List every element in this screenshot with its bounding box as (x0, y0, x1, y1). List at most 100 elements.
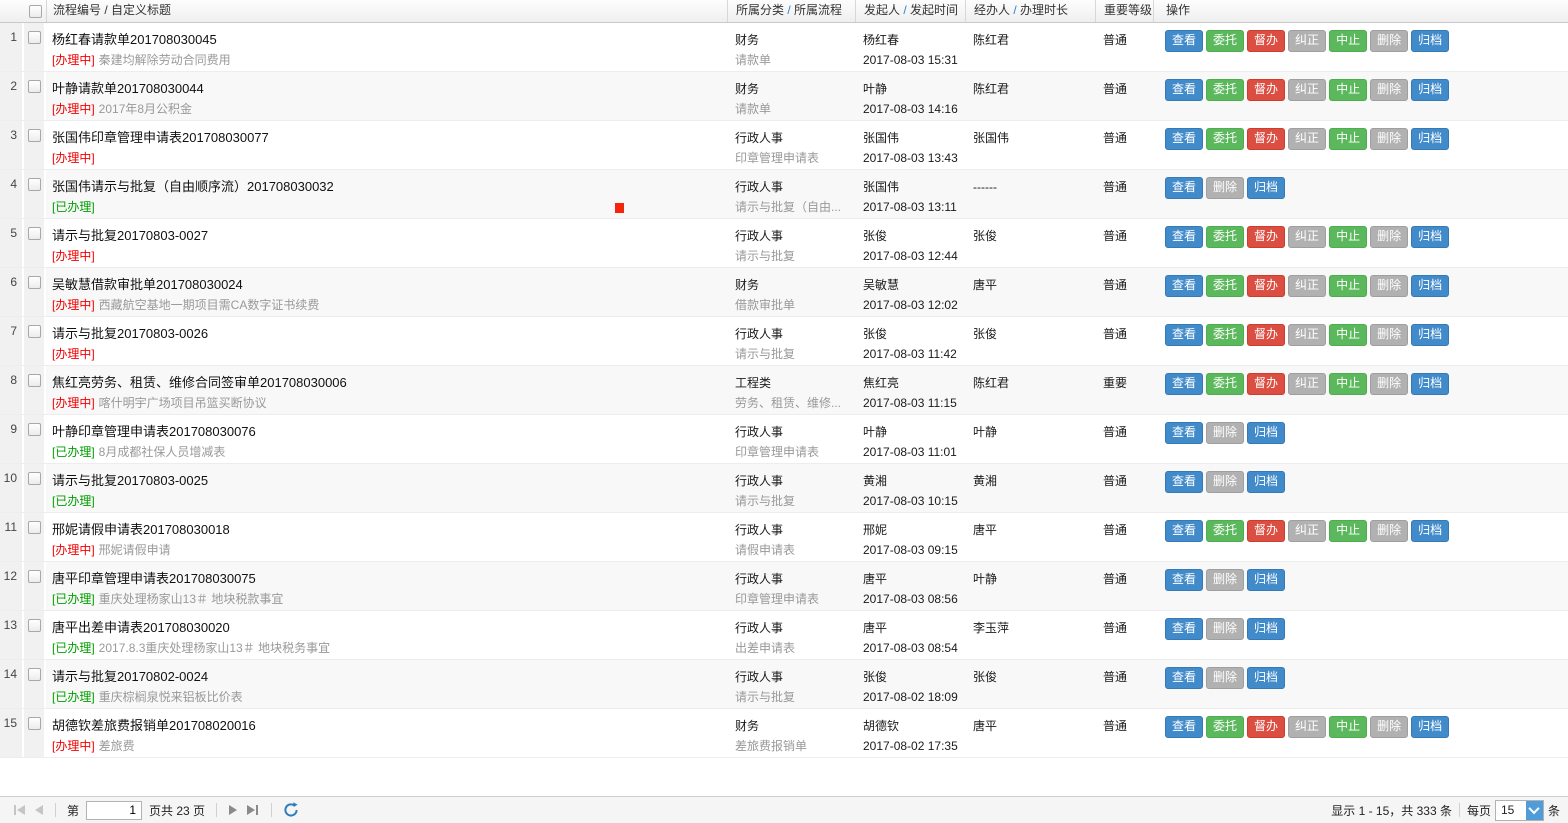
delete-button[interactable]: 删除 (1370, 79, 1408, 101)
delete-button[interactable]: 删除 (1370, 128, 1408, 150)
view-button[interactable]: 查看 (1165, 226, 1203, 248)
process-title[interactable]: 请示与批复20170803-0027 (52, 226, 727, 246)
column-header-importance[interactable]: 重要等级 (1095, 0, 1153, 22)
process-title[interactable]: 杨红春请款单201708030045 (52, 30, 727, 50)
refresh-button[interactable] (283, 802, 299, 818)
suspend-button[interactable]: 中止 (1329, 226, 1367, 248)
suspend-button[interactable]: 中止 (1329, 716, 1367, 738)
correct-button[interactable]: 纠正 (1288, 324, 1326, 346)
supervise-button[interactable]: 督办 (1247, 128, 1285, 150)
correct-button[interactable]: 纠正 (1288, 79, 1326, 101)
row-checkbox[interactable] (28, 619, 41, 632)
archive-button[interactable]: 归档 (1411, 373, 1449, 395)
process-title[interactable]: 唐平印章管理申请表201708030075 (52, 569, 727, 589)
delete-button[interactable]: 删除 (1206, 569, 1244, 591)
delegate-button[interactable]: 委托 (1206, 520, 1244, 542)
process-title[interactable]: 张国伟印章管理申请表201708030077 (52, 128, 727, 148)
suspend-button[interactable]: 中止 (1329, 520, 1367, 542)
process-title[interactable]: 叶静请款单201708030044 (52, 79, 727, 99)
row-checkbox[interactable] (28, 717, 41, 730)
per-page-select[interactable]: 15 (1495, 800, 1544, 821)
process-title[interactable]: 张国伟请示与批复（自由顺序流）201708030032 (52, 177, 727, 197)
correct-button[interactable]: 纠正 (1288, 373, 1326, 395)
supervise-button[interactable]: 督办 (1247, 79, 1285, 101)
row-checkbox[interactable] (28, 129, 41, 142)
archive-button[interactable]: 归档 (1247, 618, 1285, 640)
process-title[interactable]: 邢妮请假申请表201708030018 (52, 520, 727, 540)
prev-page-button[interactable] (35, 805, 43, 815)
next-page-button[interactable] (229, 805, 237, 815)
delete-button[interactable]: 删除 (1206, 422, 1244, 444)
correct-button[interactable]: 纠正 (1288, 128, 1326, 150)
view-button[interactable]: 查看 (1165, 128, 1203, 150)
delete-button[interactable]: 删除 (1206, 667, 1244, 689)
process-title[interactable]: 唐平出差申请表201708030020 (52, 618, 727, 638)
view-button[interactable]: 查看 (1165, 618, 1203, 640)
correct-button[interactable]: 纠正 (1288, 275, 1326, 297)
row-checkbox[interactable] (28, 521, 41, 534)
archive-button[interactable]: 归档 (1247, 667, 1285, 689)
row-checkbox[interactable] (28, 276, 41, 289)
suspend-button[interactable]: 中止 (1329, 324, 1367, 346)
view-button[interactable]: 查看 (1165, 716, 1203, 738)
process-title[interactable]: 焦红亮劳务、租赁、维修合同签审单201708030006 (52, 373, 727, 393)
delete-button[interactable]: 删除 (1206, 471, 1244, 493)
archive-button[interactable]: 归档 (1411, 520, 1449, 542)
select-all-checkbox[interactable] (29, 5, 42, 18)
archive-button[interactable]: 归档 (1247, 177, 1285, 199)
correct-button[interactable]: 纠正 (1288, 30, 1326, 52)
suspend-button[interactable]: 中止 (1329, 79, 1367, 101)
column-header-handler[interactable]: 经办人 / 办理时长 (965, 0, 1095, 22)
archive-button[interactable]: 归档 (1411, 716, 1449, 738)
delete-button[interactable]: 删除 (1370, 30, 1408, 52)
row-checkbox[interactable] (28, 80, 41, 93)
column-header-initiator[interactable]: 发起人 / 发起时间 (855, 0, 965, 22)
delegate-button[interactable]: 委托 (1206, 226, 1244, 248)
suspend-button[interactable]: 中止 (1329, 373, 1367, 395)
first-page-button[interactable] (13, 805, 25, 815)
row-checkbox[interactable] (28, 31, 41, 44)
process-title[interactable]: 请示与批复20170803-0025 (52, 471, 727, 491)
suspend-button[interactable]: 中止 (1329, 128, 1367, 150)
supervise-button[interactable]: 督办 (1247, 716, 1285, 738)
view-button[interactable]: 查看 (1165, 324, 1203, 346)
delegate-button[interactable]: 委托 (1206, 128, 1244, 150)
archive-button[interactable]: 归档 (1247, 569, 1285, 591)
process-title[interactable]: 请示与批复20170803-0026 (52, 324, 727, 344)
process-title[interactable]: 叶静印章管理申请表201708030076 (52, 422, 727, 442)
archive-button[interactable]: 归档 (1411, 226, 1449, 248)
archive-button[interactable]: 归档 (1247, 422, 1285, 444)
delete-button[interactable]: 删除 (1370, 716, 1408, 738)
last-page-button[interactable] (247, 805, 259, 815)
column-header-category[interactable]: 所属分类 / 所属流程 (727, 0, 855, 22)
delegate-button[interactable]: 委托 (1206, 79, 1244, 101)
supervise-button[interactable]: 督办 (1247, 324, 1285, 346)
supervise-button[interactable]: 督办 (1247, 226, 1285, 248)
delete-button[interactable]: 删除 (1370, 324, 1408, 346)
row-checkbox[interactable] (28, 423, 41, 436)
delegate-button[interactable]: 委托 (1206, 373, 1244, 395)
view-button[interactable]: 查看 (1165, 520, 1203, 542)
view-button[interactable]: 查看 (1165, 667, 1203, 689)
column-header-title[interactable]: 流程编号 / 自定义标题 (46, 0, 727, 22)
supervise-button[interactable]: 督办 (1247, 30, 1285, 52)
delegate-button[interactable]: 委托 (1206, 30, 1244, 52)
page-number-input[interactable] (86, 801, 142, 820)
row-checkbox[interactable] (28, 570, 41, 583)
supervise-button[interactable]: 督办 (1247, 373, 1285, 395)
view-button[interactable]: 查看 (1165, 569, 1203, 591)
archive-button[interactable]: 归档 (1411, 30, 1449, 52)
row-checkbox[interactable] (28, 227, 41, 240)
per-page-dropdown-button[interactable] (1526, 801, 1543, 820)
delegate-button[interactable]: 委托 (1206, 716, 1244, 738)
view-button[interactable]: 查看 (1165, 422, 1203, 444)
delete-button[interactable]: 删除 (1206, 177, 1244, 199)
supervise-button[interactable]: 督办 (1247, 520, 1285, 542)
view-button[interactable]: 查看 (1165, 275, 1203, 297)
view-button[interactable]: 查看 (1165, 79, 1203, 101)
correct-button[interactable]: 纠正 (1288, 226, 1326, 248)
view-button[interactable]: 查看 (1165, 177, 1203, 199)
process-title[interactable]: 胡德钦差旅费报销单201708020016 (52, 716, 727, 736)
row-checkbox[interactable] (28, 374, 41, 387)
archive-button[interactable]: 归档 (1411, 128, 1449, 150)
